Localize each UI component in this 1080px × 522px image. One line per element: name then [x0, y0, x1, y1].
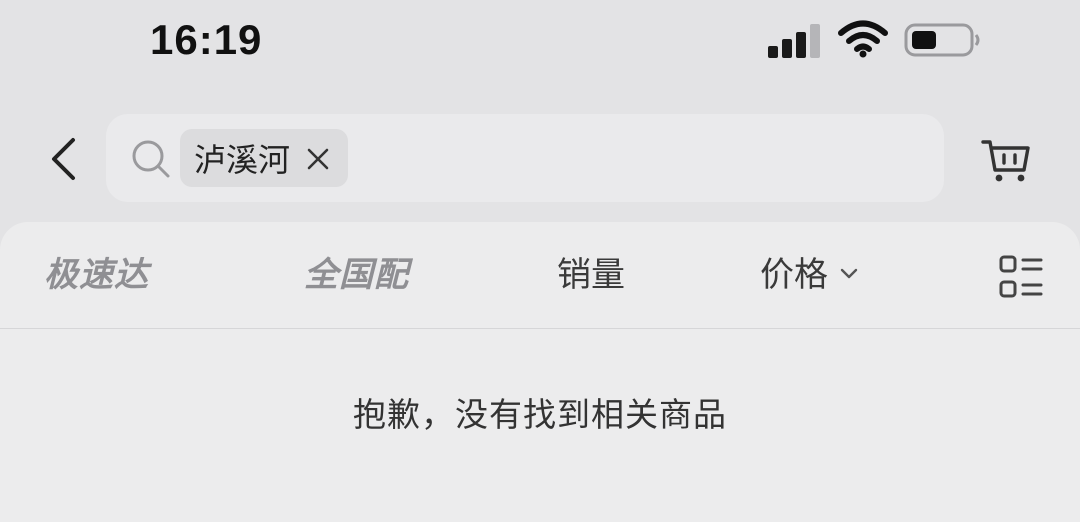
battery-icon: [904, 23, 980, 57]
filter-bar: 极速达 全国配 销量 价格: [0, 222, 1080, 329]
close-icon[interactable]: [304, 145, 332, 173]
filter-price-label: 价格: [760, 255, 828, 295]
filter-nationwide-delivery[interactable]: 全国配: [304, 250, 409, 300]
filter-sales[interactable]: 销量: [557, 250, 625, 300]
chevron-down-icon: [840, 268, 858, 278]
shopping-cart-icon[interactable]: [980, 134, 1032, 186]
filter-express-delivery[interactable]: 极速达: [44, 250, 149, 300]
search-header: 泸溪河: [0, 108, 1080, 208]
empty-results-message: 抱歉，没有找到相关商品: [353, 395, 727, 434]
search-keyword-label: 泸溪河: [194, 141, 291, 179]
wifi-icon: [838, 20, 888, 58]
list-layout-icon[interactable]: [998, 254, 1044, 300]
chevron-left-icon[interactable]: [40, 134, 90, 184]
search-icon: [132, 140, 170, 178]
filter-price[interactable]: 价格: [760, 250, 860, 300]
search-keyword-chip[interactable]: 泸溪河: [180, 129, 349, 187]
results-panel: 极速达 全国配 销量 价格 抱歉，没有找到相关商品: [0, 222, 1080, 522]
cellular-signal-icon: [768, 22, 822, 58]
status-time: 16:19: [150, 16, 263, 63]
status-bar: 16:19: [0, 0, 1080, 90]
search-bar[interactable]: 泸溪河: [106, 114, 944, 202]
